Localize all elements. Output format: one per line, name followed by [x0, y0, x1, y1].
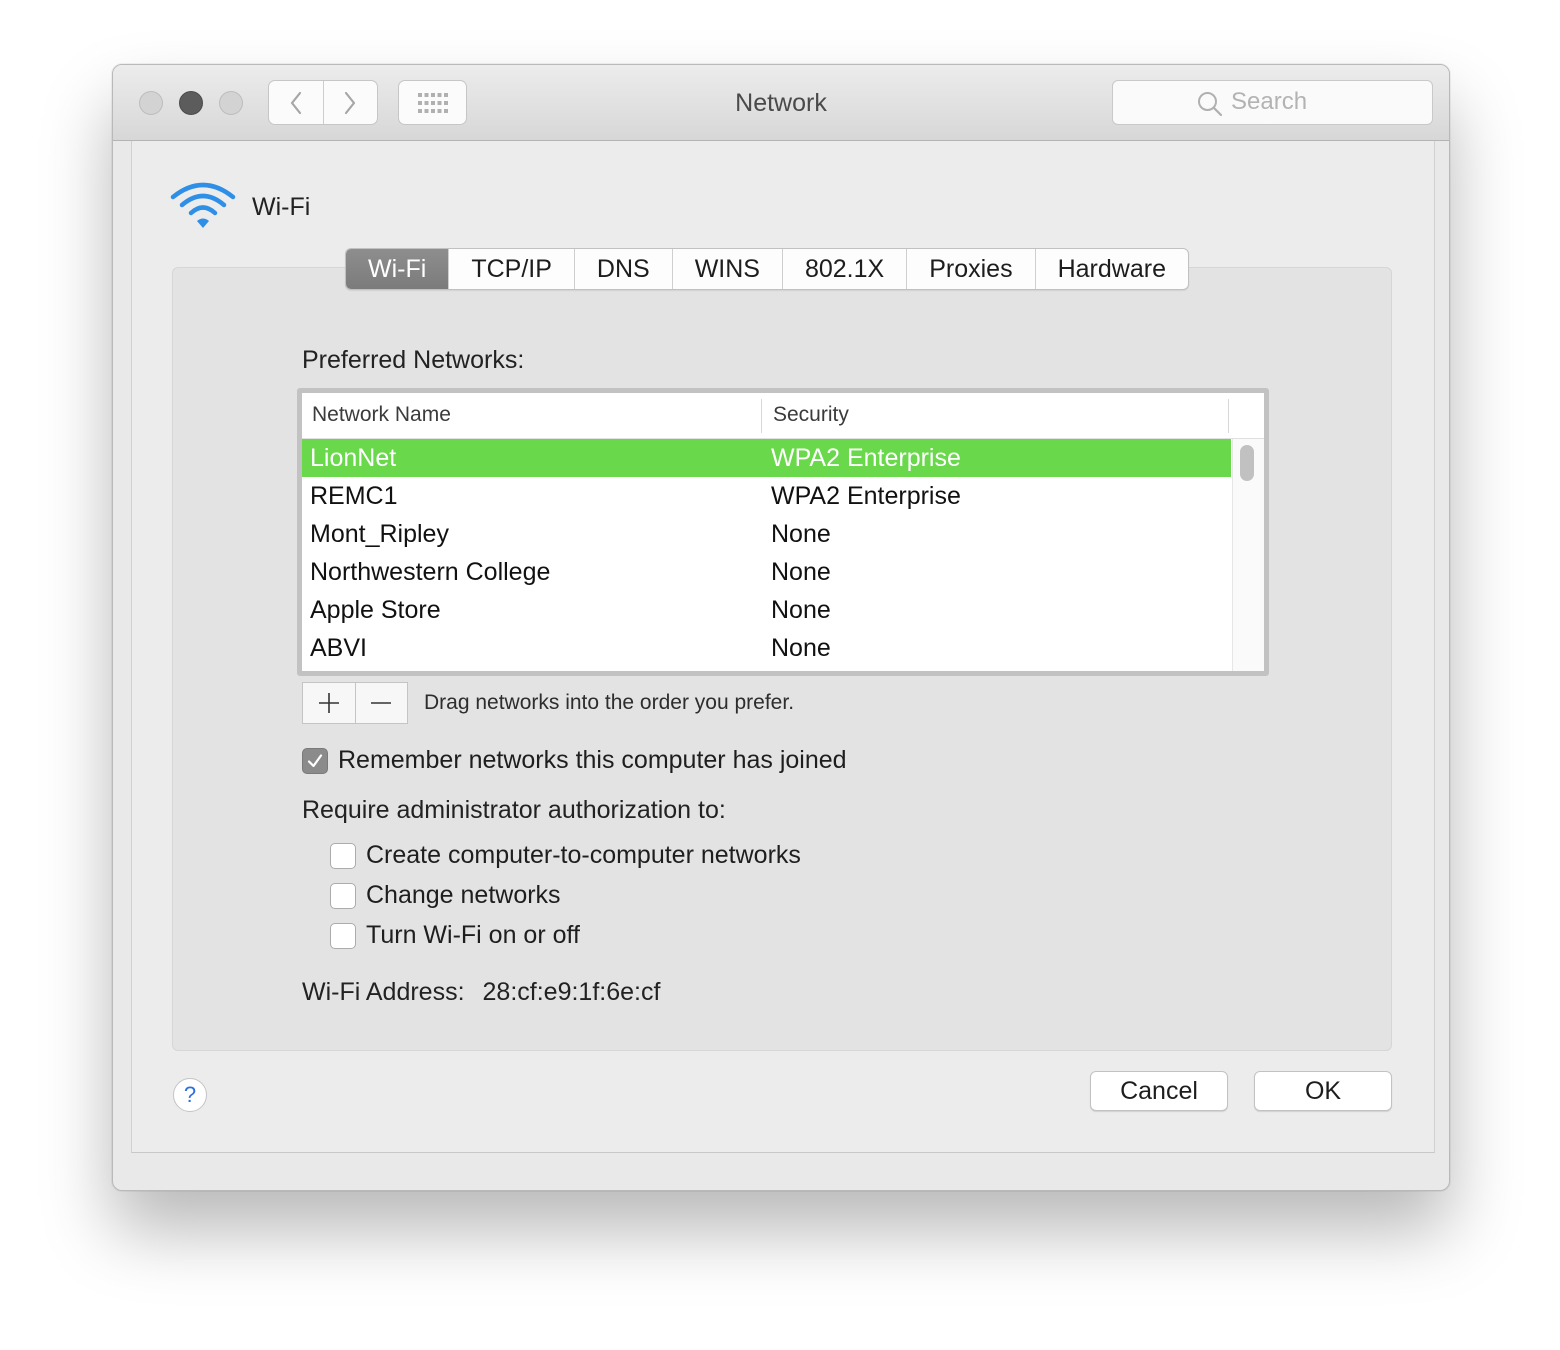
- minus-icon: [371, 702, 392, 704]
- tab-8021x[interactable]: 802.1X: [781, 249, 906, 289]
- grid-icon: [417, 92, 448, 113]
- create-networks-label: Create computer-to-computer networks: [366, 841, 801, 869]
- checkbox-checked[interactable]: [302, 747, 328, 774]
- add-remove-control: [302, 682, 408, 724]
- back-button[interactable]: [269, 81, 323, 124]
- tab-hardware[interactable]: Hardware: [1034, 249, 1188, 289]
- title-bar: Network: [113, 65, 1449, 141]
- remember-networks-checkbox[interactable]: Remember networks this computer has join…: [302, 746, 847, 775]
- service-name: Wi-Fi: [252, 193, 311, 221]
- table-scrollbar[interactable]: [1232, 439, 1264, 671]
- column-header-security[interactable]: Security: [773, 403, 849, 427]
- table-row[interactable]: LionNet WPA2 Enterprise: [302, 439, 1231, 477]
- remember-networks-label: Remember networks this computer has join…: [338, 746, 847, 774]
- wifi-icon: [170, 182, 236, 228]
- chevron-left-icon: [290, 91, 301, 114]
- security-cell: None: [771, 520, 831, 548]
- security-cell: None: [771, 558, 831, 586]
- minimize-window-button[interactable]: [179, 91, 203, 115]
- require-admin-label: Require administrator authorization to:: [302, 796, 726, 824]
- wifi-address-label: Wi-Fi Address:: [302, 978, 465, 1006]
- column-header-network-name[interactable]: Network Name: [312, 403, 451, 427]
- column-divider: [1228, 399, 1229, 433]
- checkmark-icon: [307, 753, 323, 767]
- chevron-right-icon: [345, 91, 356, 114]
- change-networks-checkbox[interactable]: Change networks: [330, 881, 561, 910]
- sheet-content: Wi-Fi Preferred Networks: Network Name S…: [131, 141, 1435, 1153]
- network-name-cell: REMC1: [310, 482, 398, 510]
- tab-tcp-ip[interactable]: TCP/IP: [448, 249, 574, 289]
- preferred-networks-table[interactable]: Network Name Security LionNet WPA2 Enter…: [297, 388, 1269, 676]
- network-name-cell: ABVI: [310, 634, 367, 662]
- toggle-wifi-label: Turn Wi-Fi on or off: [366, 921, 580, 949]
- window-title: Network: [735, 89, 827, 117]
- table-header: Network Name Security: [302, 393, 1264, 439]
- column-divider: [761, 399, 762, 433]
- tab-wifi[interactable]: Wi-Fi: [346, 249, 449, 289]
- tab-panel: Preferred Networks: Network Name Securit…: [172, 267, 1392, 1051]
- tab-wins[interactable]: WINS: [671, 249, 782, 289]
- security-cell: None: [771, 596, 831, 624]
- wifi-address-value: 28:cf:e9:1f:6e:cf: [482, 978, 661, 1006]
- remove-network-button[interactable]: [354, 683, 408, 723]
- table-row[interactable]: REMC1 WPA2 Enterprise: [302, 477, 1231, 515]
- forward-button[interactable]: [322, 81, 378, 124]
- zoom-window-button[interactable]: [219, 91, 243, 115]
- plus-icon: [318, 693, 339, 713]
- change-networks-label: Change networks: [366, 881, 561, 909]
- add-network-button[interactable]: [303, 683, 355, 723]
- search-input[interactable]: [1231, 87, 1421, 117]
- network-name-cell: Apple Store: [310, 596, 441, 624]
- close-window-button[interactable]: [139, 91, 163, 115]
- network-name-cell: LionNet: [310, 444, 397, 472]
- preferred-networks-label: Preferred Networks:: [302, 346, 525, 374]
- show-all-button[interactable]: [398, 80, 467, 125]
- wifi-address: Wi-Fi Address: 28:cf:e9:1f:6e:cf: [302, 978, 660, 1007]
- checkbox-unchecked[interactable]: [330, 842, 356, 869]
- cancel-button[interactable]: Cancel: [1090, 1071, 1228, 1111]
- scrollbar-thumb[interactable]: [1240, 445, 1254, 481]
- table-rows: LionNet WPA2 Enterprise REMC1 WPA2 Enter…: [302, 439, 1231, 667]
- ok-button[interactable]: OK: [1254, 1071, 1392, 1111]
- security-cell: WPA2 Enterprise: [771, 444, 961, 472]
- table-row[interactable]: Apple Store None: [302, 591, 1231, 629]
- security-cell: WPA2 Enterprise: [771, 482, 961, 510]
- tab-bar: Wi-Fi TCP/IP DNS WINS 802.1X Proxies Har…: [345, 248, 1189, 290]
- checkbox-unchecked[interactable]: [330, 922, 356, 949]
- network-preferences-window: Network Wi-Fi Preferred Networks: Networ…: [112, 64, 1450, 1191]
- create-networks-checkbox[interactable]: Create computer-to-computer networks: [330, 841, 801, 870]
- tab-dns[interactable]: DNS: [573, 249, 672, 289]
- back-forward-control: [268, 80, 378, 125]
- security-cell: None: [771, 634, 831, 662]
- table-row[interactable]: Northwestern College None: [302, 553, 1231, 591]
- table-row[interactable]: Mont_Ripley None: [302, 515, 1231, 553]
- search-icon: [1198, 92, 1223, 117]
- network-name-cell: Mont_Ripley: [310, 520, 449, 548]
- drag-hint: Drag networks into the order you prefer.: [424, 691, 795, 714]
- table-row[interactable]: ABVI None: [302, 629, 1231, 667]
- network-name-cell: Northwestern College: [310, 558, 551, 586]
- search-field[interactable]: [1112, 80, 1433, 125]
- toggle-wifi-checkbox[interactable]: Turn Wi-Fi on or off: [330, 921, 580, 950]
- checkbox-unchecked[interactable]: [330, 882, 356, 909]
- tab-proxies[interactable]: Proxies: [906, 249, 1034, 289]
- help-button[interactable]: ?: [173, 1078, 207, 1112]
